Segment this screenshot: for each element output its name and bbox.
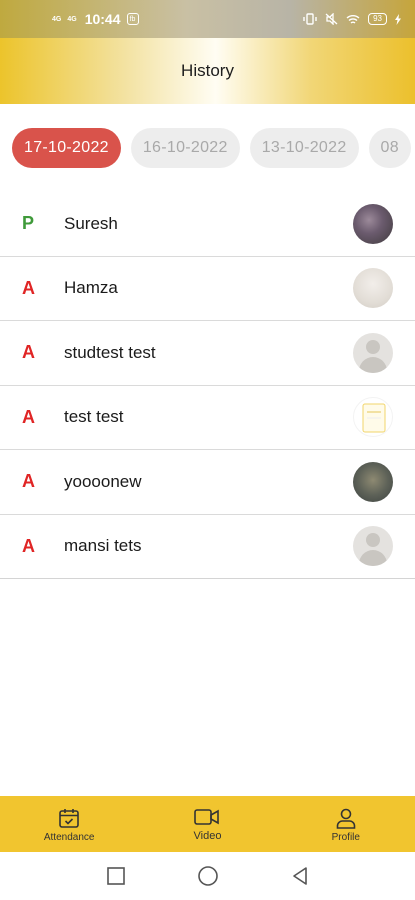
facebook-notification-icon: fb <box>126 13 139 25</box>
student-name: Hamza <box>64 278 118 298</box>
charging-icon <box>395 13 401 25</box>
avatar <box>353 461 393 502</box>
status-time: 10:44 <box>84 11 121 27</box>
home-button[interactable] <box>197 865 219 887</box>
student-name: mansi tets <box>64 536 142 556</box>
system-navigation-bar <box>0 852 415 900</box>
list-item[interactable]: A test test <box>0 386 415 450</box>
status-bar: 4G 4G 10:44 fb 93 <box>0 0 415 38</box>
list-item[interactable]: P Suresh <box>0 192 415 257</box>
nav-profile[interactable]: Profile <box>286 806 406 843</box>
mute-icon <box>325 13 338 25</box>
student-name: studtest test <box>64 342 156 362</box>
avatar-placeholder-icon <box>353 526 393 567</box>
nav-video[interactable]: Video <box>147 806 267 842</box>
date-chip[interactable]: 16-10-2022 <box>130 128 240 168</box>
student-name: yoooonew <box>64 471 142 491</box>
list-item[interactable]: A Hamza <box>0 257 415 321</box>
nav-label: Attendance <box>43 831 95 843</box>
date-chip-selected[interactable]: 17-10-2022 <box>12 128 121 168</box>
bottom-navigation: Attendance Video Profile <box>0 796 415 852</box>
attendance-status: A <box>22 406 35 427</box>
attendance-status: P <box>22 213 35 234</box>
avatar <box>353 268 393 309</box>
attendance-status: A <box>22 535 35 556</box>
vibrate-icon <box>303 13 317 25</box>
list-item[interactable]: A studtest test <box>0 321 415 386</box>
app-header: History <box>0 38 415 104</box>
attendance-status: A <box>22 342 35 363</box>
nav-label: Profile <box>331 831 360 843</box>
attendance-status: A <box>22 471 35 492</box>
date-chip[interactable]: 08 <box>368 128 411 168</box>
avatar <box>353 397 393 438</box>
nav-label: Video <box>193 830 222 842</box>
wifi-icon <box>346 14 360 24</box>
video-camera-icon <box>194 809 220 825</box>
avatar <box>353 203 393 244</box>
recent-apps-button[interactable] <box>106 866 126 886</box>
signal-icon-sim2: 4G <box>67 15 77 23</box>
attendance-status: A <box>22 277 35 298</box>
back-button[interactable] <box>290 866 310 886</box>
list-item[interactable]: A mansi tets <box>0 515 415 579</box>
nav-attendance[interactable]: Attendance <box>9 806 129 843</box>
signal-icon-sim1: 4G <box>52 15 62 23</box>
attendance-list: P Suresh A Hamza A studtest test A test … <box>0 192 415 579</box>
student-name: Suresh <box>64 213 118 233</box>
calendar-check-icon <box>59 808 79 828</box>
avatar-placeholder-icon <box>353 332 393 373</box>
battery-icon: 93 <box>368 13 387 25</box>
date-chip[interactable]: 13-10-2022 <box>249 128 359 168</box>
student-name: test test <box>64 407 124 427</box>
list-item[interactable]: A yoooonew <box>0 450 415 515</box>
user-icon <box>336 808 356 829</box>
page-title: History <box>181 61 234 80</box>
date-selector[interactable]: 17-10-2022 16-10-2022 13-10-2022 08 <box>0 104 415 192</box>
